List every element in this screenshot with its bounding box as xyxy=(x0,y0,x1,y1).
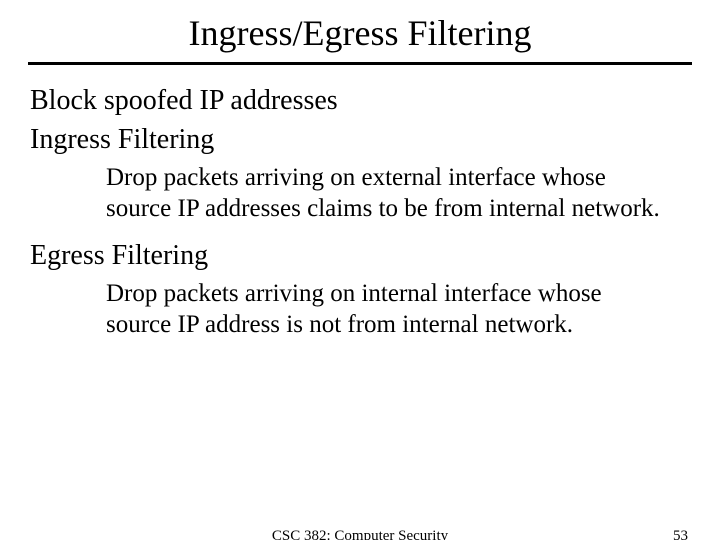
section-heading-egress: Egress Filtering xyxy=(30,238,690,273)
intro-line: Block spoofed IP addresses xyxy=(30,83,690,118)
footer-page-number: 53 xyxy=(673,528,688,540)
section-body-egress: Drop packets arriving on internal interf… xyxy=(106,279,666,340)
section-body-ingress: Drop packets arriving on external interf… xyxy=(106,163,666,224)
slide-body: Block spoofed IP addresses Ingress Filte… xyxy=(0,83,720,340)
footer-course: CSC 382: Computer Security xyxy=(272,528,448,540)
slide-title: Ingress/Egress Filtering xyxy=(0,12,720,54)
slide: Ingress/Egress Filtering Block spoofed I… xyxy=(0,12,720,540)
section-heading-ingress: Ingress Filtering xyxy=(30,122,690,157)
title-rule xyxy=(28,62,692,65)
